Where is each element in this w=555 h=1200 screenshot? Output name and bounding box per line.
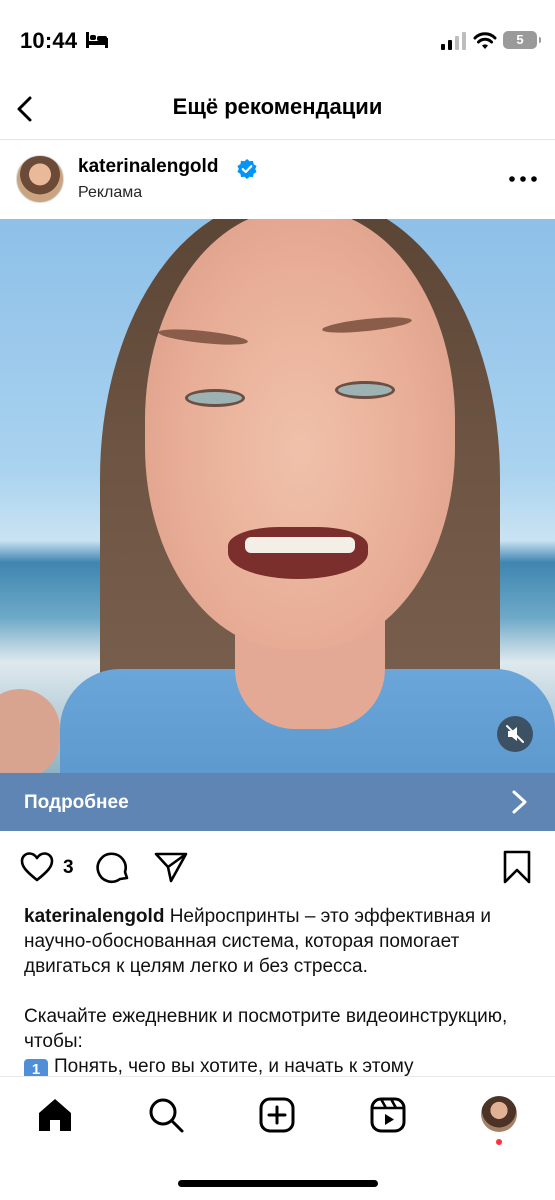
mute-button[interactable] (497, 716, 533, 752)
speaker-muted-icon (506, 725, 524, 743)
home-indicator (178, 1180, 378, 1187)
video-frame-hand (0, 689, 60, 773)
video-frame-mouth (228, 527, 368, 579)
heart-icon[interactable] (18, 848, 56, 886)
bed-icon (86, 32, 108, 48)
learn-more-button[interactable]: Подробнее (0, 773, 555, 831)
caption-username[interactable]: katerinalengold (24, 906, 164, 927)
battery-icon: 5 (503, 31, 541, 49)
cellular-signal-icon (441, 32, 466, 50)
post-username[interactable]: katerinalengold (78, 156, 218, 178)
search-icon[interactable] (146, 1095, 186, 1135)
post-video[interactable] (0, 219, 555, 773)
like-count[interactable]: 3 (63, 857, 74, 879)
home-icon[interactable] (35, 1095, 75, 1135)
status-time: 10:44 (20, 28, 78, 53)
verified-badge-icon (237, 159, 257, 179)
comment-icon[interactable] (94, 848, 132, 886)
video-frame-eye-right (335, 381, 395, 399)
create-icon[interactable] (257, 1095, 297, 1135)
caption-list-item-text: Понять, чего вы хотите, и начать к этому (54, 1056, 414, 1077)
bookmark-icon[interactable] (498, 848, 536, 886)
avatar[interactable] (16, 155, 64, 203)
post-caption: katerinalengold Нейроспринты – это эффек… (24, 904, 539, 1081)
status-bar: 10:44 5 (0, 0, 555, 80)
send-icon[interactable] (152, 848, 190, 886)
learn-more-label: Подробнее (24, 792, 129, 813)
reels-icon[interactable] (368, 1095, 408, 1135)
page-header: Ещё рекомендации (0, 80, 555, 140)
caption-paragraph-1: katerinalengold Нейроспринты – это эффек… (24, 904, 539, 979)
video-frame-face (145, 219, 455, 649)
wifi-icon (473, 32, 497, 49)
video-frame-eye-left (185, 389, 245, 407)
sponsored-label: Реклама (78, 184, 143, 201)
page-title: Ещё рекомендации (172, 94, 383, 119)
post-author-row: katerinalengold Реклама (0, 141, 555, 219)
caption-paragraph-2: Скачайте ежедневник и посмотрите видеоин… (24, 1006, 508, 1052)
video-frame-teeth (245, 537, 355, 553)
profile-avatar[interactable] (481, 1096, 517, 1132)
more-horizontal-icon[interactable] (506, 167, 540, 191)
notification-dot (496, 1139, 502, 1145)
chevron-right-icon (512, 790, 527, 814)
post-actions: 3 (0, 840, 555, 896)
